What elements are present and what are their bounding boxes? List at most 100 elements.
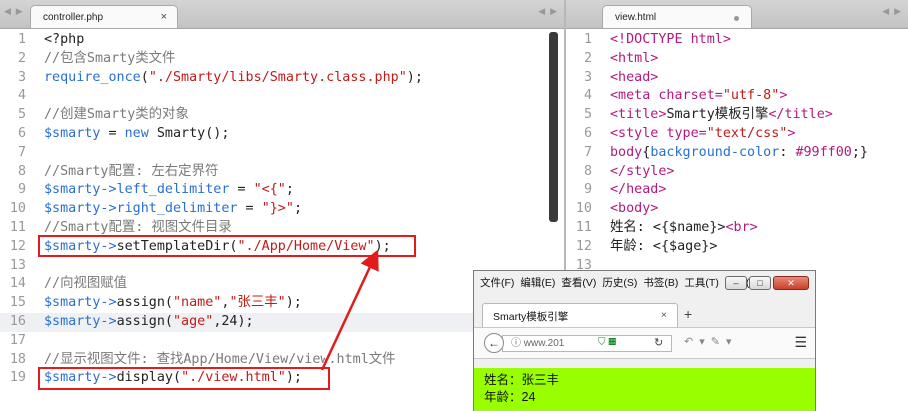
code-token: <body> xyxy=(610,201,659,217)
line-number: 18 xyxy=(9,351,26,367)
new-tab-button[interactable]: + xyxy=(684,306,692,322)
code-line[interactable]: 1 <?php xyxy=(0,31,564,50)
line-number: 1 xyxy=(583,32,592,47)
shield-qr-icons[interactable]: ⛉ ▦ xyxy=(598,337,616,348)
code-token: > xyxy=(787,125,796,141)
code-token: "}>" xyxy=(261,201,294,217)
browser-tab-close-icon[interactable]: × xyxy=(661,309,667,321)
line-number: 4 xyxy=(17,88,26,104)
browser-menu-item[interactable]: 历史(S) xyxy=(602,277,637,289)
reload-icon[interactable]: ↻ xyxy=(654,336,663,349)
code-token: right_delimiter xyxy=(116,201,238,217)
browser-tab[interactable]: Smarty模板引擎 × xyxy=(482,303,678,327)
line-number: 12 xyxy=(9,238,26,254)
code-line[interactable]: 8 </style> xyxy=(566,163,908,182)
right-code-area[interactable]: 1 <!DOCTYPE html> 2 <html> 3 <head> 4 <meta cha… xyxy=(566,31,908,275)
maximize-button[interactable]: □ xyxy=(749,276,771,290)
code-line[interactable]: 10 <body> xyxy=(566,200,908,219)
code-line[interactable]: 1 <!DOCTYPE html> xyxy=(566,31,908,50)
code-line[interactable]: 7 xyxy=(0,144,564,163)
code-line[interactable]: 2 //包含Smarty类文件 xyxy=(0,50,564,69)
code-token: <title> xyxy=(610,107,667,123)
browser-menu-item[interactable]: 文件(F) xyxy=(480,277,514,289)
browser-page-content: 姓名：张三丰 年龄：24 xyxy=(474,368,815,411)
browser-window: 文件(F)编辑(E)查看(V)历史(S)书签(B)工具(T)帮助(H) –□✕ … xyxy=(473,270,816,411)
tab-nav-arrows-right[interactable]: ◀ ▶ xyxy=(538,7,558,17)
browser-toolbar: ⓘ www.201 ← ⛉ ▦ ↻ ↶▾✎▾ ☰ xyxy=(474,327,815,359)
code-line[interactable]: 4 <meta charset="utf-8"> xyxy=(566,87,908,106)
code-line[interactable]: 10 $smarty->right_delimiter = "}>"; xyxy=(0,200,564,219)
code-token: ; xyxy=(285,182,294,198)
code-token: </head> xyxy=(610,182,667,198)
code-token: //显示视图文件: 查找App/Home/View/view.html文件 xyxy=(44,351,396,367)
code-line[interactable]: 12 年龄: <{$age}> xyxy=(566,238,908,257)
line-number: 3 xyxy=(583,69,592,85)
browser-menu-item[interactable]: 工具(T) xyxy=(684,277,718,289)
code-line[interactable]: 4 xyxy=(0,87,564,106)
code-token: "./Smarty/libs/Smarty.class.php" xyxy=(148,69,407,85)
line-number: 2 xyxy=(583,50,592,66)
code-token: 姓名: <{$name}> xyxy=(610,219,726,235)
line-number: 11 xyxy=(575,219,592,235)
line-number: 16 xyxy=(9,313,26,329)
code-line[interactable]: 6 $smarty = new Smarty(); xyxy=(0,125,564,144)
code-line[interactable]: 9 </head> xyxy=(566,181,908,200)
line-number: 5 xyxy=(17,107,26,123)
code-line[interactable]: 7 body{background-color: #99ff00;} xyxy=(566,144,908,163)
code-line[interactable]: 3 <head> xyxy=(566,69,908,88)
code-token: <?php xyxy=(44,32,85,47)
close-button[interactable]: ✕ xyxy=(773,276,809,290)
window-controls: – □ ✕ xyxy=(723,276,809,290)
tab-close-icon[interactable]: × xyxy=(161,11,167,23)
code-line[interactable]: 2 <html> xyxy=(566,50,908,69)
code-token: "张三丰" xyxy=(229,295,286,311)
code-token: "utf-8" xyxy=(722,88,780,104)
toolbar-icons[interactable]: ↶▾✎▾ xyxy=(684,335,737,348)
url-bar[interactable]: ⓘ www.201 xyxy=(502,335,672,352)
code-token: //Smarty配置: 左右定界符 xyxy=(44,163,219,179)
line-number: 9 xyxy=(583,182,592,198)
code-text: //包含Smarty类文件 xyxy=(44,50,175,69)
browser-menu-item[interactable]: 编辑(E) xyxy=(520,277,555,289)
code-line[interactable]: 8 //Smarty配置: 左右定界符 xyxy=(0,163,564,182)
highlight-box-settemplatedir xyxy=(38,235,416,257)
tab-view-html[interactable]: view.html xyxy=(602,5,752,28)
code-token: $smarty-> xyxy=(44,201,117,217)
code-token: = xyxy=(100,125,125,141)
code-line[interactable]: 3 require_once("./Smarty/libs/Smarty.clas… xyxy=(0,69,564,88)
line-number: 17 xyxy=(9,332,26,348)
code-text: body{background-color: #99ff00;} xyxy=(610,144,868,163)
code-line[interactable]: 6 <style type="text/css"> xyxy=(566,125,908,144)
line-number: 2 xyxy=(17,50,26,66)
code-text: <style type="text/css"> xyxy=(610,125,795,144)
code-line[interactable]: 9 $smarty->left_delimiter = "<{"; xyxy=(0,181,564,200)
code-line[interactable]: 5 <title>Smarty模板引擎</title> xyxy=(566,106,908,125)
code-token: ( xyxy=(140,69,149,85)
menu-hamburger-icon[interactable]: ☰ xyxy=(794,334,807,351)
code-token: Smarty模板引擎 xyxy=(666,107,769,123)
minimize-button[interactable]: – xyxy=(725,276,747,290)
back-button[interactable]: ← xyxy=(484,333,504,353)
code-token: $smarty-> xyxy=(44,295,117,311)
code-token: //包含Smarty类文件 xyxy=(44,50,176,66)
code-line[interactable]: 5 //创建Smarty类的对象 xyxy=(0,106,564,125)
code-token: ,24); xyxy=(213,313,254,329)
unsaved-dot-icon xyxy=(734,16,739,21)
code-line[interactable]: 11 姓名: <{$name}><br> xyxy=(566,219,908,238)
code-token: new xyxy=(124,125,149,141)
browser-menu-item[interactable]: 查看(V) xyxy=(561,277,596,289)
scrollbar-thumb[interactable] xyxy=(549,32,558,222)
right-tab-bar: view.html ◀ ▶ xyxy=(566,0,908,29)
code-token: assign( xyxy=(116,313,173,329)
code-token: > xyxy=(779,88,788,104)
code-token: //向视图赋值 xyxy=(44,276,128,292)
browser-menu-item[interactable]: 书签(B) xyxy=(643,277,678,289)
code-token: $smarty-> xyxy=(44,313,117,329)
line-number: 19 xyxy=(9,370,26,386)
code-token: $smarty-> xyxy=(44,182,117,198)
tab-nav-arrows-right[interactable]: ◀ ▶ xyxy=(882,7,902,17)
tab-nav-arrows[interactable]: ◀ ▶ xyxy=(4,7,24,17)
line-number: 4 xyxy=(583,88,592,104)
left-tab-bar: ◀ ▶ controller.php × ◀ ▶ xyxy=(0,0,564,29)
tab-controller-php[interactable]: controller.php × xyxy=(30,5,178,28)
